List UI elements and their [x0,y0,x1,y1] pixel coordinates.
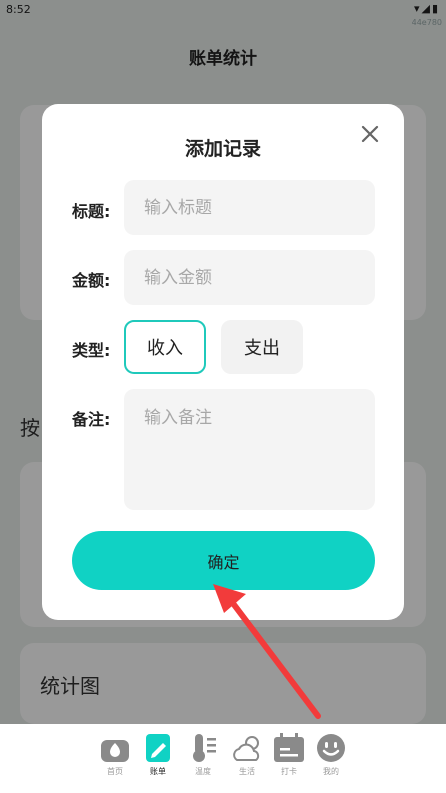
tab-label: 首页 [107,767,123,776]
bottom-tab-bar: 首页 账单 温度 生活 打卡 我的 [0,724,446,793]
title-input[interactable] [124,180,375,235]
confirm-button[interactable]: 确定 [72,531,375,590]
home-icon [101,740,129,762]
bill-icon [146,734,170,762]
add-record-dialog: 添加记录 标题: 金额: 类型: 收入 支出 备注: 确定 [42,104,404,620]
amount-label: 金额: [72,271,111,290]
tab-bill[interactable]: 账单 [138,732,178,788]
tab-label: 温度 [195,767,211,776]
close-icon[interactable] [358,122,382,146]
note-label: 备注: [72,410,111,429]
calendar-icon [274,733,304,762]
tab-label: 打卡 [281,767,297,776]
tab-life[interactable]: 生活 [227,732,267,788]
tab-label: 生活 [239,767,255,776]
weather-icon [233,736,260,761]
type-income-option[interactable]: 收入 [124,320,206,374]
smile-icon [317,734,345,762]
tab-label: 账单 [150,767,166,776]
thermometer-icon [193,734,216,762]
amount-input[interactable] [124,250,375,305]
tab-home[interactable]: 首页 [95,732,135,788]
type-label: 类型: [72,341,111,360]
type-expense-option[interactable]: 支出 [221,320,303,374]
title-label: 标题: [72,202,111,221]
tab-checkin[interactable]: 打卡 [269,732,309,788]
dialog-title: 添加记录 [184,138,261,160]
tab-mine[interactable]: 我的 [311,732,351,788]
tab-temperature[interactable]: 温度 [183,732,223,788]
tab-label: 我的 [323,767,339,776]
note-input[interactable] [124,389,375,510]
